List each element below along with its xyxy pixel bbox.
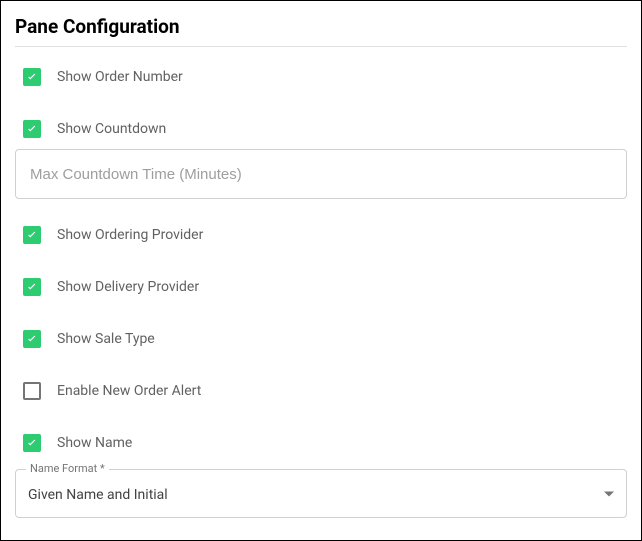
- checkbox-label: Show Sale Type: [57, 331, 155, 347]
- checkbox-label: Show Ordering Provider: [57, 227, 203, 243]
- checkbox-label: Enable New Order Alert: [57, 383, 201, 399]
- show-sale-type-checkbox[interactable]: Show Sale Type: [15, 323, 627, 355]
- show-ordering-provider-checkbox[interactable]: Show Ordering Provider: [15, 219, 627, 251]
- checkbox-label: Show Delivery Provider: [57, 279, 199, 295]
- chevron-down-icon: [604, 491, 614, 496]
- checkbox-checked-icon: [23, 278, 41, 296]
- name-format-select[interactable]: Name Format * Given Name and Initial: [15, 469, 627, 518]
- select-value: Given Name and Initial: [28, 487, 168, 503]
- checkbox-label: Show Countdown: [57, 121, 166, 137]
- max-countdown-time-field[interactable]: [15, 149, 627, 199]
- max-countdown-time-input[interactable]: [28, 165, 614, 184]
- show-name-checkbox[interactable]: Show Name: [15, 427, 627, 459]
- show-delivery-provider-checkbox[interactable]: Show Delivery Provider: [15, 271, 627, 303]
- select-floating-label: Name Format *: [26, 462, 109, 475]
- checkbox-checked-icon: [23, 434, 41, 452]
- checkbox-label: Show Name: [57, 435, 132, 451]
- show-order-number-checkbox[interactable]: Show Order Number: [15, 61, 627, 93]
- checkbox-checked-icon: [23, 226, 41, 244]
- enable-new-order-alert-checkbox[interactable]: Enable New Order Alert: [15, 375, 627, 407]
- divider: [15, 46, 627, 47]
- checkbox-checked-icon: [23, 330, 41, 348]
- pane-configuration-panel: Pane Configuration Show Order Number Sho…: [0, 0, 642, 541]
- show-countdown-checkbox[interactable]: Show Countdown: [15, 113, 627, 145]
- checkbox-checked-icon: [23, 68, 41, 86]
- checkbox-unchecked-icon: [23, 382, 41, 400]
- checkbox-label: Show Order Number: [57, 69, 183, 85]
- checkbox-checked-icon: [23, 120, 41, 138]
- page-title: Pane Configuration: [15, 15, 627, 38]
